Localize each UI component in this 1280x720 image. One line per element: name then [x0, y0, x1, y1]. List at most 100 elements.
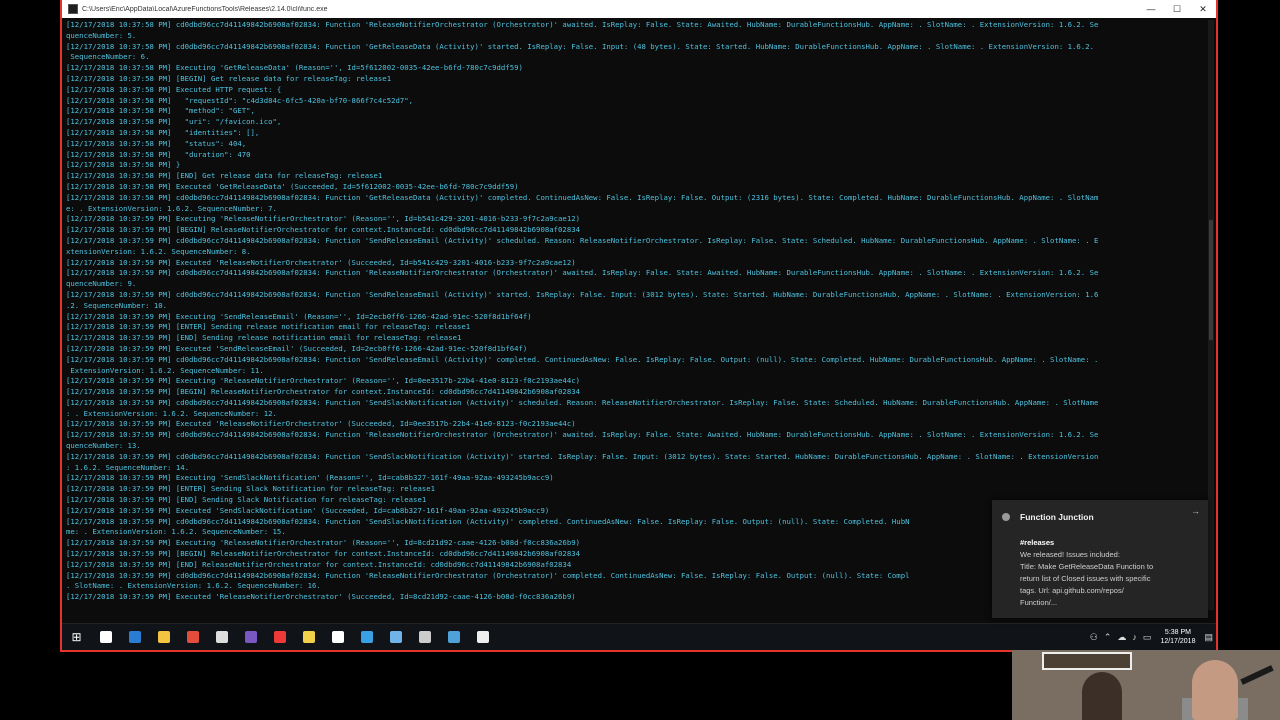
toast-message: We released! Issues included: Title: Mak…: [1020, 550, 1154, 607]
network-icon[interactable]: ☁: [1117, 632, 1126, 643]
taskbar-app-button[interactable]: [265, 624, 294, 650]
slack-icon: [331, 631, 344, 643]
console-app-icon: [68, 4, 78, 14]
people-icon[interactable]: ⚇: [1090, 632, 1098, 643]
console-line: [12/17/2018 10:37:58 PM] "identities": […: [66, 127, 260, 137]
console-line: ExtensionVersion: 1.6.2. SequenceNumber:…: [66, 365, 264, 375]
taskbar-app-button[interactable]: [178, 624, 207, 650]
webcam-overlay: [1012, 650, 1280, 720]
console-line: quenceNumber: 9.: [66, 279, 137, 289]
mail-icon: [215, 631, 228, 643]
chrome-canary-icon: [360, 631, 373, 643]
console-line: [12/17/2018 10:37:58 PM] "method": "GET"…: [66, 106, 255, 116]
console-line: [12/17/2018 10:37:59 PM] [ENTER] Sending…: [66, 322, 471, 332]
console-line: [12/17/2018 10:37:58 PM] "status": 404,: [66, 138, 247, 148]
window-titlebar[interactable]: C:\Users\Eric\AppData\Local\AzureFunctio…: [62, 0, 1216, 18]
webcam-person-right: [1192, 660, 1238, 720]
console-line: [12/17/2018 10:37:58 PM] [END] Get relea…: [66, 171, 383, 181]
toast-app-name: Function Junction: [1020, 512, 1094, 522]
console-line: quenceNumber: 13.: [66, 441, 141, 451]
console-line: [12/17/2018 10:37:59 PM] [END] Sending r…: [66, 333, 462, 343]
console-line: [12/17/2018 10:37:59 PM] Executing 'Send…: [66, 473, 554, 483]
chevron-up-icon[interactable]: ⌃: [1104, 632, 1112, 643]
taskbar-apps: [91, 624, 497, 650]
console-line: [12/17/2018 10:37:58 PM] [BEGIN] Get rel…: [66, 73, 392, 83]
cortana-icon: [99, 631, 112, 643]
file-explorer-icon: [157, 631, 170, 643]
console-line: : . ExtensionVersion: 1.6.2. SequenceNum…: [66, 408, 277, 418]
close-button[interactable]: ✕: [1190, 0, 1216, 18]
taskbar-app-button[interactable]: [207, 624, 236, 650]
app-icon: [302, 631, 315, 643]
windows-icon: ⊞: [71, 630, 82, 644]
console-line: [12/17/2018 10:37:58 PM] cd0dbd96cc7d411…: [66, 192, 1099, 202]
slack-icon: [1002, 513, 1010, 521]
taskbar-app-button[interactable]: [294, 624, 323, 650]
console-line: [12/17/2018 10:37:58 PM] cd0dbd96cc7d411…: [66, 20, 1099, 29]
slack-notification-toast[interactable]: Function Junction → #releases We release…: [992, 500, 1208, 618]
console-line: e: . ExtensionVersion: 1.6.2. SequenceNu…: [66, 203, 277, 213]
console-line: [12/17/2018 10:37:59 PM] Executed 'Relea…: [66, 257, 576, 267]
console-line: [12/17/2018 10:37:59 PM] Executed 'Relea…: [66, 419, 576, 429]
console-line: [12/17/2018 10:37:58 PM] "requestId": "c…: [66, 95, 414, 105]
console-line: [12/17/2018 10:37:59 PM] Executing 'Rele…: [66, 376, 580, 386]
taskbar-app-button[interactable]: [120, 624, 149, 650]
console-line: xtensionVersion: 1.6.2. SequenceNumber: …: [66, 246, 251, 256]
console-scrollbar[interactable]: [1208, 20, 1214, 610]
console-line: [12/17/2018 10:37:59 PM] Executing 'Rele…: [66, 214, 580, 224]
taskbar-app-button[interactable]: [381, 624, 410, 650]
console-line: [12/17/2018 10:37:58 PM] "uri": "/favico…: [66, 117, 282, 127]
webcam-person-left: [1082, 672, 1122, 720]
console-line: [12/17/2018 10:37:59 PM] cd0dbd96cc7d411…: [66, 268, 1099, 278]
clock-date: 12/17/2018: [1160, 638, 1196, 645]
taskbar-clock[interactable]: 5:38 PM 12/17/2018: [1160, 628, 1195, 646]
console-line: [12/17/2018 10:37:59 PM] Executed 'SendR…: [66, 343, 528, 353]
visual-studio-icon: [244, 631, 257, 643]
vivaldi-icon: [273, 631, 286, 643]
desktop-screen: C:\Users\Eric\AppData\Local\AzureFunctio…: [60, 0, 1218, 652]
app-white-icon: [476, 631, 489, 643]
console-line: [12/17/2018 10:37:59 PM] [BEGIN] Release…: [66, 225, 580, 235]
console-line: [12/17/2018 10:37:59 PM] [BEGIN] Release…: [66, 387, 580, 397]
console-line: [12/17/2018 10:37:59 PM] cd0dbd96cc7d411…: [66, 430, 1099, 440]
console-line: [12/17/2018 10:37:58 PM] cd0dbd96cc7d411…: [66, 41, 1094, 51]
webcam-wall-frames: [1042, 652, 1132, 670]
maximize-button[interactable]: ☐: [1164, 0, 1190, 18]
edge-icon: [128, 631, 141, 643]
taskbar-app-button[interactable]: [410, 624, 439, 650]
scrollbar-thumb[interactable]: [1209, 220, 1213, 340]
console-line: [12/17/2018 10:37:59 PM] cd0dbd96cc7d411…: [66, 354, 1099, 364]
clock-time: 5:38 PM: [1164, 629, 1191, 636]
taskbar-app-button[interactable]: [149, 624, 178, 650]
taskbar-app-button[interactable]: [323, 624, 352, 650]
terminal-icon: [418, 631, 431, 643]
start-button[interactable]: ⊞: [62, 624, 91, 650]
console-line: [12/17/2018 10:37:59 PM] cd0dbd96cc7d411…: [66, 235, 1099, 245]
console-line: [12/17/2018 10:37:59 PM] cd0dbd96cc7d411…: [66, 451, 1099, 461]
taskbar-app-button[interactable]: [91, 624, 120, 650]
console-line: : 1.6.2. SequenceNumber: 14.: [66, 462, 190, 472]
notification-center-icon[interactable]: ▤: [1204, 632, 1213, 643]
app-blue-icon: [389, 631, 402, 643]
console-line: [12/17/2018 10:37:58 PM] Executed HTTP r…: [66, 84, 282, 94]
console-line: [12/17/2018 10:37:59 PM] cd0dbd96cc7d411…: [66, 397, 1099, 407]
taskbar-app-button[interactable]: [352, 624, 381, 650]
toast-header: Function Junction: [1002, 512, 1094, 522]
console-line: [12/17/2018 10:37:58 PM] Executed 'GetRe…: [66, 181, 519, 191]
toast-expand-icon[interactable]: →: [1191, 506, 1200, 516]
taskbar-app-button[interactable]: [468, 624, 497, 650]
console-line: [12/17/2018 10:37:59 PM] cd0dbd96cc7d411…: [66, 289, 1099, 299]
toast-body: #releases We released! Issues included: …: [1020, 538, 1190, 609]
minimize-button[interactable]: —: [1138, 0, 1164, 18]
console-line: .2. SequenceNumber: 10.: [66, 300, 168, 310]
taskbar-app-button[interactable]: [439, 624, 468, 650]
console-line: quenceNumber: 5.: [66, 30, 137, 40]
taskbar: ⊞ ⚇ ⌃ ☁ ♪ ▭ 5:38 PM 12/17/2018 ▤: [62, 623, 1216, 650]
battery-icon[interactable]: ▭: [1143, 632, 1152, 643]
window-title: C:\Users\Eric\AppData\Local\AzureFunctio…: [82, 5, 328, 13]
chrome-icon: [186, 631, 199, 643]
taskbar-app-button[interactable]: [236, 624, 265, 650]
volume-icon[interactable]: ♪: [1132, 632, 1137, 642]
window-controls: — ☐ ✕: [1138, 0, 1216, 18]
system-tray: ⚇ ⌃ ☁ ♪ ▭ 5:38 PM 12/17/2018 ▤: [1087, 624, 1216, 650]
